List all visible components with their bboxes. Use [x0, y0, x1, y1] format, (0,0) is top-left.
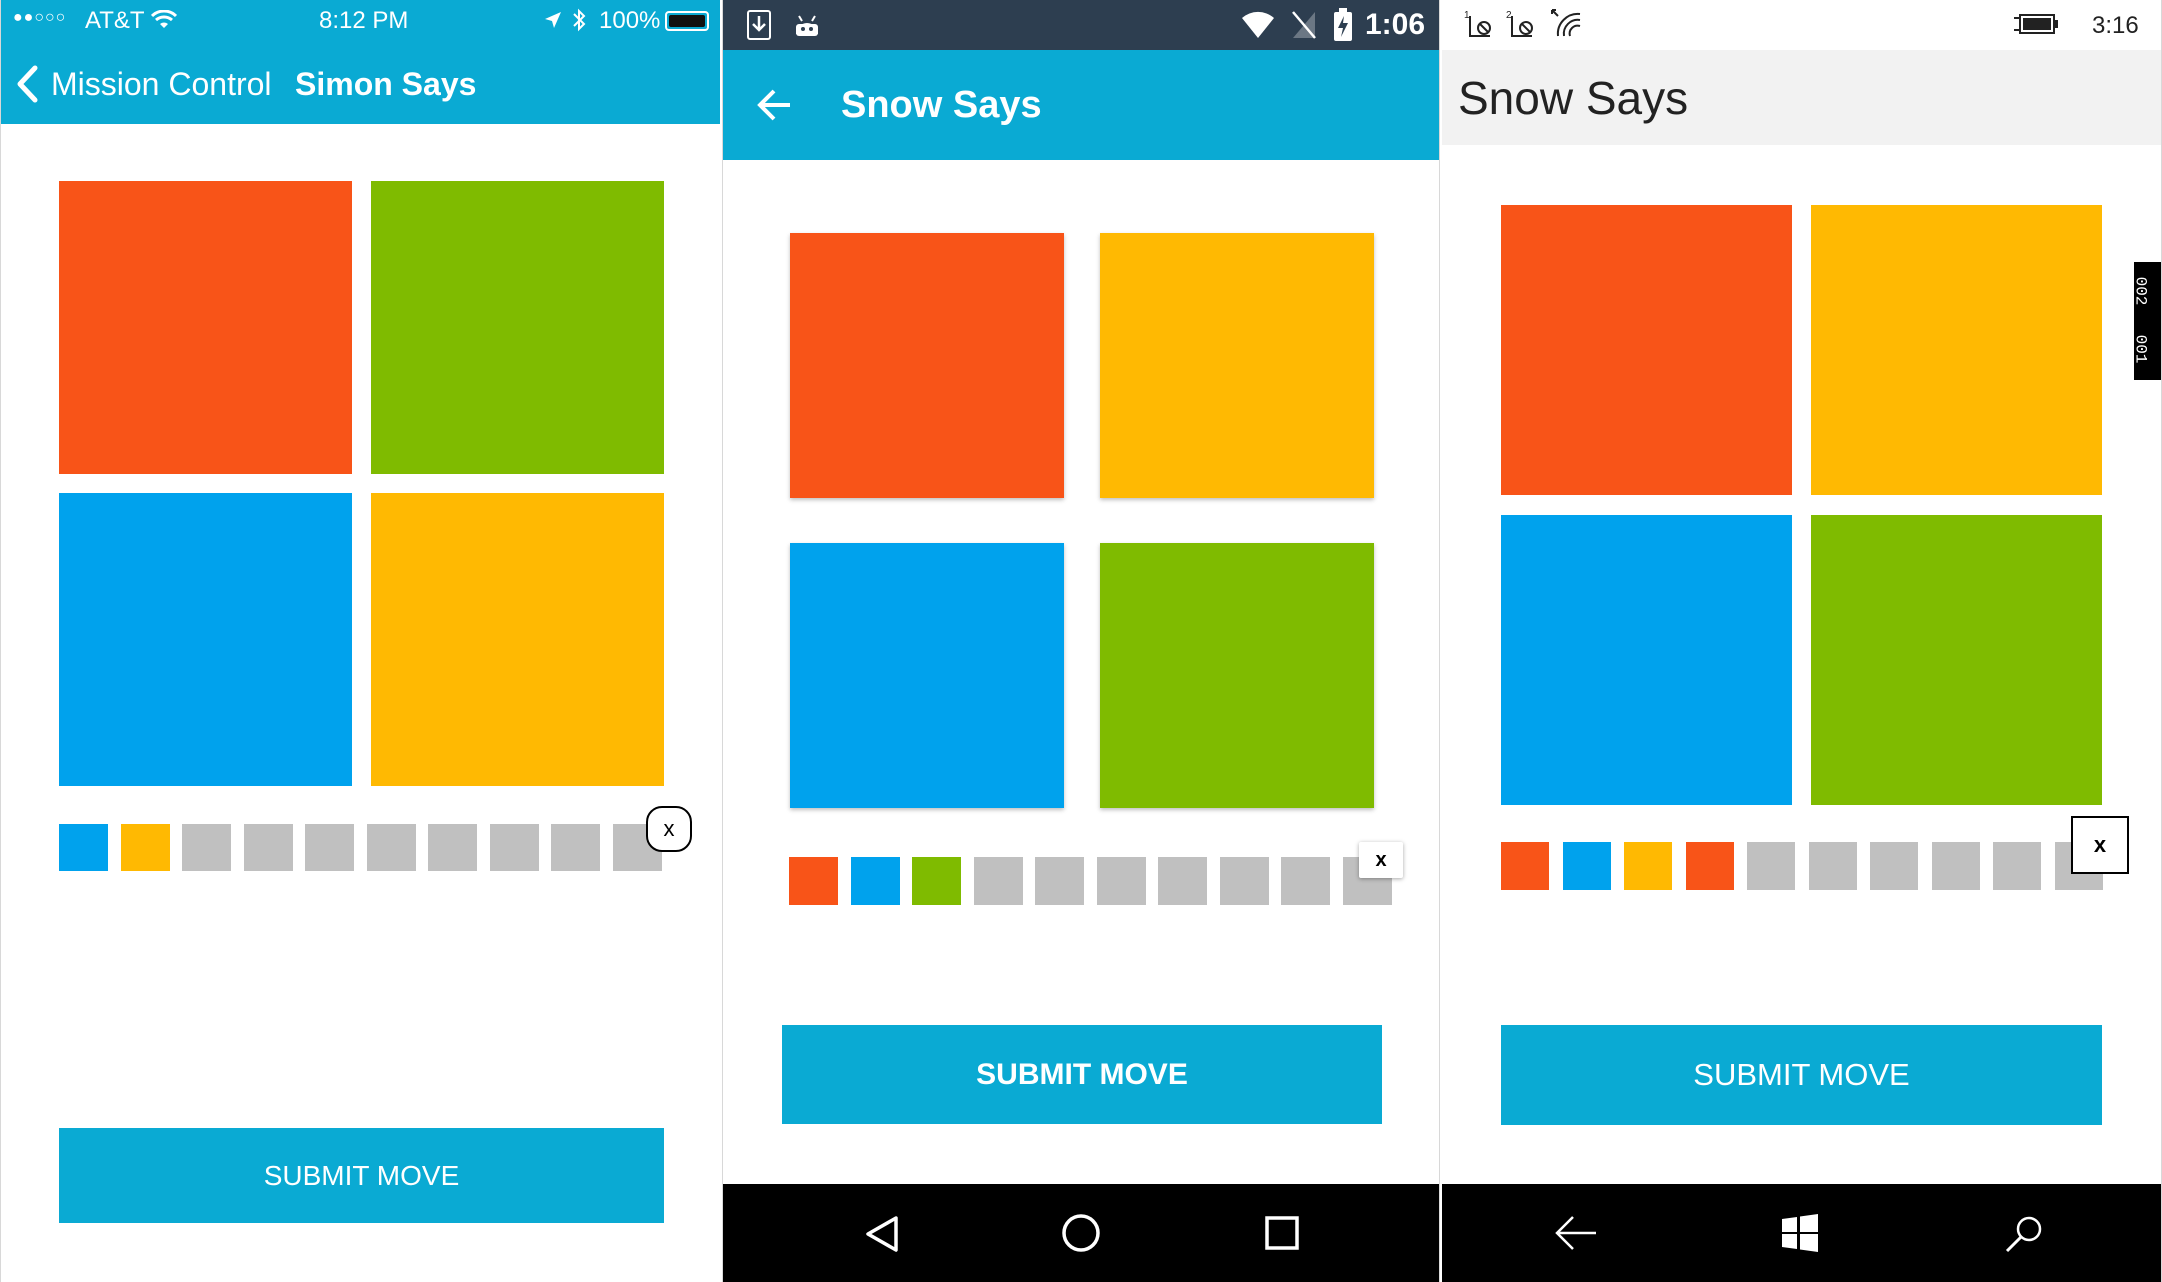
submit-move-button[interactable]: SUBMIT MOVE	[782, 1025, 1382, 1124]
location-arrow-icon	[545, 12, 561, 28]
clock: 1:06	[1365, 8, 1426, 41]
nav-back-icon[interactable]	[864, 1215, 900, 1253]
wifi-icon	[1551, 9, 1581, 37]
debug-counter-value: 002	[2131, 276, 2150, 306]
sequence-slot-filled	[120, 824, 170, 871]
wifi-icon	[1242, 11, 1274, 39]
game-tile[interactable]	[1811, 205, 2102, 495]
sequence-slot-empty	[1747, 842, 1795, 890]
debug-frame-counter: 002 001	[2131, 262, 2161, 380]
nav-recents-icon[interactable]	[1264, 1215, 1300, 1251]
carrier-label: AT&T	[85, 7, 145, 34]
android-screen: 1:06 Snow Says x SUBMIT MOVE	[722, 0, 1440, 1282]
sequence-slot-filled	[1562, 842, 1611, 890]
sequence-slot-empty	[1281, 857, 1330, 905]
android-app-bar: Snow Says	[723, 50, 1439, 160]
sequence-slot-empty	[182, 824, 231, 871]
search-icon[interactable]	[2004, 1214, 2044, 1254]
sequence-slot-empty	[1870, 842, 1918, 890]
game-tile[interactable]	[1100, 233, 1374, 498]
game-tile[interactable]	[790, 543, 1064, 808]
battery-charging-icon	[1334, 8, 1352, 41]
sequence-slot-empty	[551, 824, 600, 871]
sequence-slot-empty	[489, 824, 539, 871]
game-tile[interactable]	[371, 493, 664, 786]
game-tile[interactable]	[1501, 515, 1792, 805]
arrow-back-icon[interactable]	[757, 88, 793, 122]
page-title: Snow Says	[841, 84, 1042, 126]
download-icon	[747, 10, 771, 40]
battery-charging-icon	[2014, 14, 2058, 34]
clear-sequence-button[interactable]: x	[646, 806, 692, 852]
submit-move-button[interactable]: SUBMIT MOVE	[59, 1128, 664, 1223]
no-signal-icon	[1292, 11, 1316, 39]
sequence-slot-filled	[850, 857, 900, 905]
bluetooth-icon	[573, 8, 586, 32]
debug-counter-value: 001	[2131, 334, 2150, 364]
sim1-status-icon: 1	[1464, 10, 1491, 37]
nav-back-icon[interactable]	[1554, 1214, 1598, 1252]
game-tile[interactable]	[371, 181, 664, 474]
back-button[interactable]: Mission Control	[15, 62, 272, 106]
game-tile[interactable]	[59, 493, 352, 786]
sequence-slot-filled	[789, 857, 838, 905]
clock: 8:12 PM	[319, 7, 409, 34]
ios-status-bar: ●●○○○ AT&T 8:12 PM 100%	[1, 0, 720, 42]
sequence-slot-empty	[366, 824, 416, 871]
windows-navigation-bar	[1442, 1184, 2161, 1282]
game-tile[interactable]	[1501, 205, 1792, 495]
sequence-slot-empty	[1158, 857, 1207, 905]
sequence-slot-filled	[59, 824, 108, 871]
nav-home-icon[interactable]	[1061, 1213, 1101, 1253]
windows-logo-icon[interactable]	[1780, 1213, 1820, 1253]
sequence-slot-empty	[1993, 842, 2041, 890]
sequence-slot-empty	[973, 857, 1023, 905]
sequence-slot-empty	[1035, 857, 1084, 905]
sequence-slot-empty	[1808, 842, 1857, 890]
submit-move-button[interactable]: SUBMIT MOVE	[1501, 1025, 2102, 1125]
battery-percent: 100%	[599, 7, 661, 34]
ios-navigation-bar: Mission Control Simon Says	[1, 42, 720, 124]
ios-screen: ●●○○○ AT&T 8:12 PM 100% Mission Control …	[0, 0, 720, 1282]
page-title: Snow Says	[1458, 72, 1689, 124]
sim2-status-icon: 2	[1506, 10, 1533, 37]
sequence-slot-filled	[912, 857, 961, 905]
game-tile[interactable]	[1811, 515, 2102, 805]
sequence-slot-filled	[1624, 842, 1672, 890]
windows-screen: 1 2 3:16 Snow Says x SUBMIT MOVE 002 001	[1442, 0, 2162, 1282]
sequence-slot-empty	[1096, 857, 1146, 905]
chevron-left-icon	[17, 65, 38, 103]
game-tile[interactable]	[1100, 543, 1374, 808]
windows-status-bar: 1 2 3:16	[1442, 0, 2161, 50]
clock: 3:16	[2092, 12, 2139, 39]
sequence-slot-empty	[428, 824, 477, 871]
clear-sequence-button[interactable]: x	[2071, 816, 2129, 874]
windows-page-header: Snow Says	[1442, 50, 2161, 145]
battery-icon	[665, 11, 709, 31]
sequence-slot-empty	[305, 824, 354, 871]
android-navigation-bar	[723, 1184, 1439, 1282]
game-tile[interactable]	[59, 181, 352, 474]
back-button-label: Mission Control	[51, 65, 272, 102]
page-title: Simon Says	[295, 66, 477, 102]
sequence-slot-empty	[1219, 857, 1269, 905]
sequence-slot-filled	[1685, 842, 1734, 890]
sequence-slot-empty	[243, 824, 293, 871]
sequence-slot-filled	[1501, 842, 1549, 890]
android-robot-icon	[796, 15, 818, 36]
game-tile[interactable]	[790, 233, 1064, 498]
clear-sequence-button[interactable]: x	[1359, 842, 1403, 878]
signal-dots-icon: ●●○○○	[13, 9, 67, 26]
sequence-slot-empty	[1931, 842, 1980, 890]
android-status-bar: 1:06	[723, 0, 1439, 50]
wifi-icon	[151, 10, 177, 28]
